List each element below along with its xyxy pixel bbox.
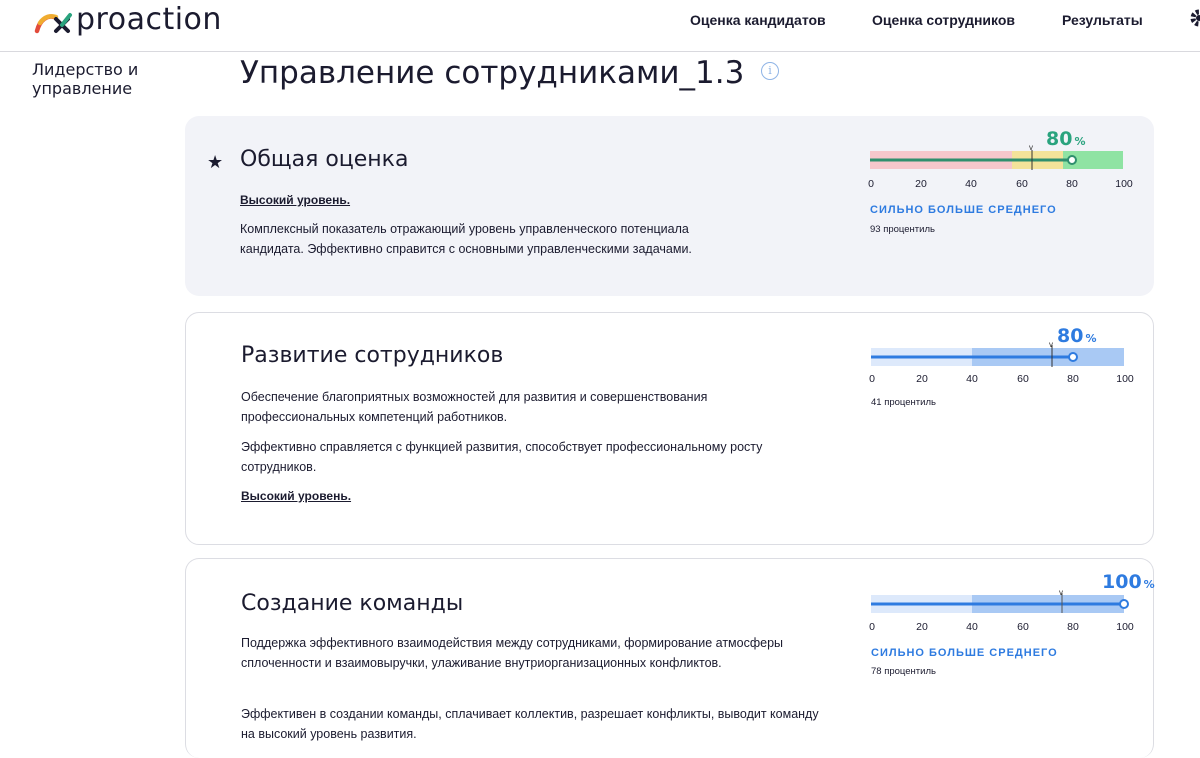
score-bar-chart: v — [870, 143, 1123, 170]
settings-gear-icon[interactable] — [1186, 6, 1200, 32]
card-title: Общая оценка — [240, 147, 409, 172]
logo-mark-icon — [34, 12, 72, 33]
card-description-2: Эффективно справляется с функцией развит… — [241, 440, 763, 474]
logo[interactable]: proaction — [34, 2, 222, 37]
tick-label: 80 — [1067, 621, 1079, 633]
tick-label: 80 — [1067, 373, 1079, 385]
tick-label: 0 — [869, 373, 875, 385]
score-dot — [1068, 352, 1078, 362]
percentile: 78 процентиль — [871, 666, 936, 677]
level-link[interactable]: Высокий уровень. — [241, 489, 351, 503]
card-description-2: Эффективен в создании команды, сплачивае… — [241, 707, 819, 741]
nav-candidates[interactable]: Оценка кандидатов — [690, 12, 826, 28]
card-title: Развитие сотрудников — [241, 343, 504, 368]
percentile: 93 процентиль — [870, 224, 935, 235]
card-description: Поддержка эффективного взаимодействия ме… — [241, 636, 784, 670]
tick-label: 100 — [1116, 373, 1134, 385]
score-caption: СИЛЬНО БОЛЬШЕ СРЕДНЕГО — [870, 204, 1057, 216]
team-building-card: Создание команды Поддержка эффективного … — [185, 558, 1155, 758]
marker-tick: v — [1029, 143, 1033, 152]
score-bar-chart: v — [871, 340, 1124, 367]
nav-employees[interactable]: Оценка сотрудников — [872, 12, 1015, 28]
tick-label: 40 — [966, 373, 978, 385]
page-title: Управление сотрудниками_1.3 — [240, 55, 745, 91]
tick-label: 100 — [1115, 178, 1133, 190]
score-widget: 100% v 0 20 40 60 80 100 СИЛЬНО БОЛЬШЕ С… — [869, 571, 1155, 691]
marker-tick: v — [1059, 588, 1063, 597]
marker-tick: v — [1049, 340, 1053, 349]
level-link[interactable]: Высокий уровень. — [240, 193, 350, 207]
score-bar-chart: v — [871, 588, 1129, 613]
score-caption: СИЛЬНО БОЛЬШЕ СРЕДНЕГО — [871, 647, 1058, 659]
sidebar-category[interactable]: Лидерство и управление — [32, 60, 172, 98]
tick-label: 20 — [916, 373, 928, 385]
score-dot — [1119, 599, 1129, 609]
tick-label: 60 — [1017, 373, 1029, 385]
score-widget: 80% v 0 20 40 60 80 100 СИЛЬНО БОЛЬШЕ СР… — [868, 126, 1140, 246]
overall-score-card: ★ Общая оценка Высокий уровень. Комплекс… — [185, 116, 1154, 296]
card-description: Комплексный показатель отражающий уровен… — [240, 222, 692, 256]
nav-results[interactable]: Результаты — [1062, 12, 1143, 28]
card-title: Создание команды — [241, 591, 464, 616]
tick-label: 0 — [869, 621, 875, 633]
tick-label: 40 — [965, 178, 977, 190]
logo-text: proaction — [76, 2, 222, 37]
percentile: 41 процентиль — [871, 397, 936, 408]
tick-label: 20 — [916, 621, 928, 633]
tick-label: 80 — [1066, 178, 1078, 190]
scale-ticks: 0 20 40 60 80 100 — [869, 373, 1141, 387]
development-card: Развитие сотрудников Обеспечение благопр… — [185, 312, 1154, 545]
scale-ticks: 0 20 40 60 80 100 — [868, 178, 1140, 192]
tick-label: 60 — [1016, 178, 1028, 190]
tick-label: 60 — [1017, 621, 1029, 633]
card-description: Обеспечение благоприятных возможностей д… — [241, 390, 708, 424]
star-icon: ★ — [207, 152, 224, 172]
tick-label: 40 — [966, 621, 978, 633]
top-header: proaction Оценка кандидатов Оценка сотру… — [0, 0, 1200, 52]
score-dot — [1067, 155, 1077, 165]
tick-label: 20 — [915, 178, 927, 190]
score-widget: 80% v 0 20 40 60 80 100 41 процентиль — [869, 323, 1141, 443]
tick-label: 0 — [868, 178, 874, 190]
info-icon[interactable]: i — [761, 62, 779, 80]
scale-ticks: 0 20 40 60 80 100 — [869, 621, 1141, 635]
tick-label: 100 — [1116, 621, 1134, 633]
